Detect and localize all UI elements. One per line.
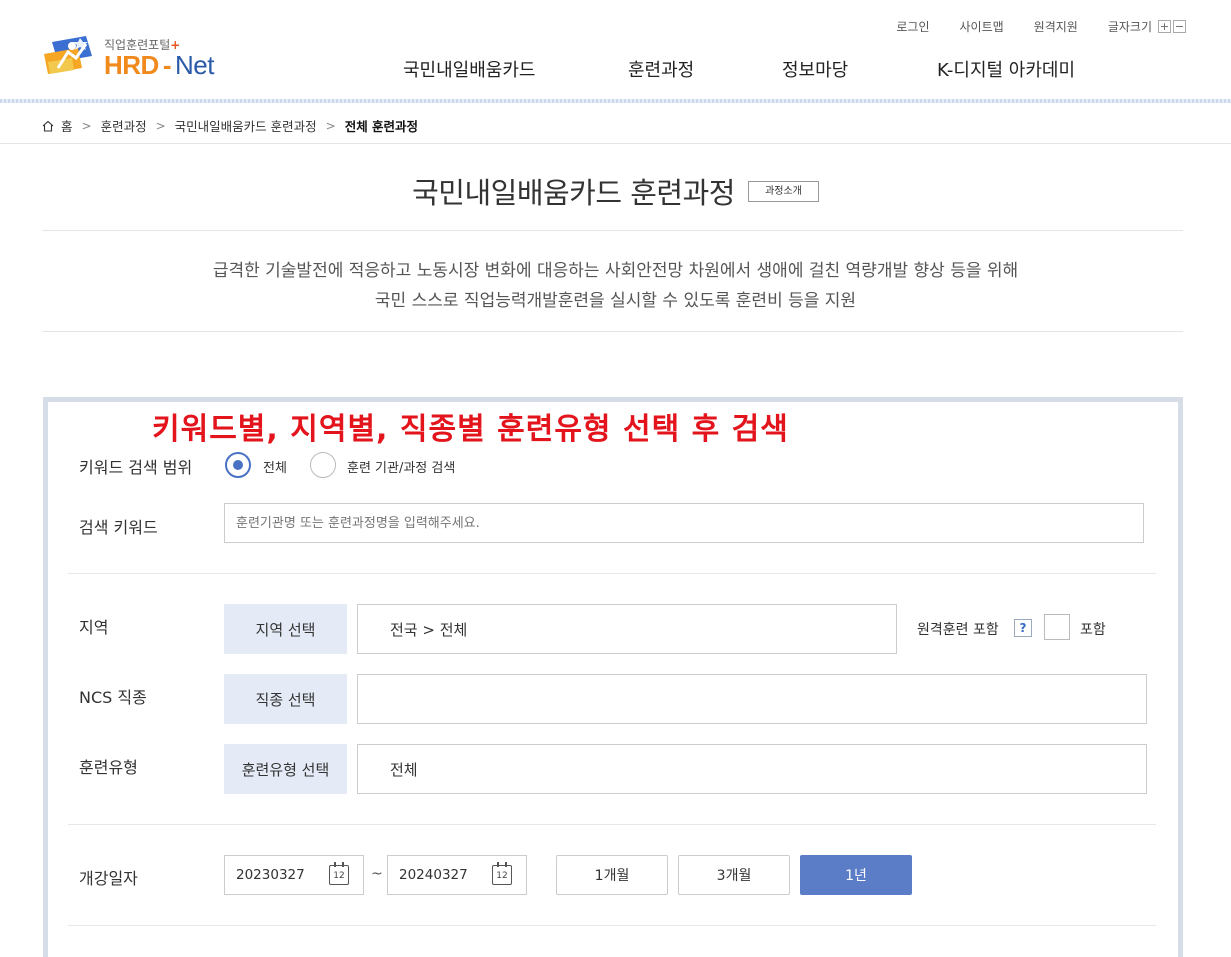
breadcrumb-item-card-courses[interactable]: 국민내일배움카드 훈련과정 xyxy=(175,116,317,135)
breadcrumb-home[interactable]: 홈 xyxy=(61,116,73,135)
course-intro-button[interactable]: 과정소개 xyxy=(748,180,819,202)
home-icon[interactable] xyxy=(42,120,54,132)
description-divider xyxy=(42,331,1183,332)
region-label: 지역 xyxy=(79,618,109,637)
breadcrumb-divider xyxy=(0,143,1231,144)
date-to-input[interactable]: 20240327 12 xyxy=(387,855,527,895)
period-3-month-button[interactable]: 3개월 xyxy=(678,855,790,895)
main-navigation: 국민내일배움카드 훈련과정 정보마당 K-디지털 아카데미 xyxy=(0,56,1231,82)
date-from-input[interactable]: 20230327 12 xyxy=(224,855,364,895)
remote-include-checkbox[interactable] xyxy=(1044,614,1070,640)
title-divider xyxy=(42,230,1183,231)
page-title: 국민내일배움카드 훈련과정 xyxy=(412,176,735,210)
nav-national-card[interactable]: 국민내일배움카드 xyxy=(403,56,535,82)
period-1-month-button[interactable]: 1개월 xyxy=(556,855,668,895)
breadcrumb-separator: > xyxy=(81,118,92,133)
utility-menu: 로그인 사이트맵 원격지원 글자크기 + − xyxy=(866,18,1186,35)
region-select-button[interactable]: 지역 선택 xyxy=(224,604,347,654)
font-decrease-button[interactable]: − xyxy=(1173,20,1186,33)
scope-label: 키워드 검색 범위 xyxy=(79,458,193,477)
login-link[interactable]: 로그인 xyxy=(896,18,929,35)
remote-training-label: 원격훈련 포함 xyxy=(917,622,999,638)
scope-option-all-label[interactable]: 전체 xyxy=(263,457,287,476)
calendar-icon[interactable]: 12 xyxy=(492,862,512,885)
breadcrumb: 홈 > 훈련과정 > 국민내일배움카드 훈련과정 > 전체 훈련과정 xyxy=(42,116,418,135)
ncs-select-button[interactable]: 직종 선택 xyxy=(224,674,347,724)
training-type-value-field[interactable]: 전체 xyxy=(357,744,1147,794)
breadcrumb-separator: > xyxy=(155,118,166,133)
scope-radio-all[interactable] xyxy=(225,452,251,478)
keyword-label: 검색 키워드 xyxy=(79,518,158,537)
keyword-search-input[interactable] xyxy=(224,503,1144,543)
description-line-2: 국민 스스로 직업능력개발훈련을 실시할 수 있도록 훈련비 등을 지원 xyxy=(374,291,857,311)
site-header: 로그인 사이트맵 원격지원 글자크기 + − 직업훈련포털+ HRD - Net 국… xyxy=(0,0,1231,103)
font-size-label: 글자크기 xyxy=(1107,20,1152,34)
sitemap-link[interactable]: 사이트맵 xyxy=(959,18,1003,35)
remote-support-link[interactable]: 원격지원 xyxy=(1034,18,1078,35)
font-increase-button[interactable]: + xyxy=(1158,20,1171,33)
region-value-field[interactable]: 전국 > 전체 xyxy=(357,604,897,654)
nav-info[interactable]: 정보마당 xyxy=(782,56,848,82)
section-divider xyxy=(68,824,1156,825)
page-description: 급격한 기술발전에 적응하고 노동시장 변화에 대응하는 사회안전망 차원에서 … xyxy=(0,256,1231,316)
training-type-select-button[interactable]: 훈련유형 선택 xyxy=(224,744,347,794)
scope-option-institution-label[interactable]: 훈련 기관/과정 검색 xyxy=(347,457,455,476)
section-divider xyxy=(68,925,1156,926)
breadcrumb-item-training[interactable]: 훈련과정 xyxy=(101,116,147,135)
date-from-value: 20230327 xyxy=(236,867,305,883)
description-line-1: 급격한 기술발전에 적응하고 노동시장 변화에 대응하는 사회안전망 차원에서 … xyxy=(212,261,1019,281)
breadcrumb-item-current: 전체 훈련과정 xyxy=(344,119,419,134)
scope-radio-institution[interactable] xyxy=(310,452,336,478)
training-type-label: 훈련유형 xyxy=(79,758,138,777)
nav-training-courses[interactable]: 훈련과정 xyxy=(628,56,694,82)
page-title-area: 국민내일배움카드 훈련과정 과정소개 xyxy=(0,170,1231,212)
date-to-value: 20240327 xyxy=(399,867,468,883)
help-icon[interactable]: ? xyxy=(1014,619,1032,637)
period-1-year-button[interactable]: 1년 xyxy=(800,855,912,895)
calendar-icon[interactable]: 12 xyxy=(329,862,349,885)
ncs-value-field[interactable] xyxy=(357,674,1147,724)
start-date-label: 개강일자 xyxy=(79,869,138,888)
header-divider xyxy=(0,99,1231,103)
nav-k-digital-academy[interactable]: K-디지털 아카데미 xyxy=(937,56,1075,82)
ncs-label: NCS 직종 xyxy=(79,688,147,707)
section-divider xyxy=(68,573,1156,574)
breadcrumb-separator: > xyxy=(325,118,336,133)
date-range-separator: ~ xyxy=(371,866,383,882)
remote-include-label[interactable]: 포함 xyxy=(1080,619,1106,639)
annotation-caption: 키워드별, 지역별, 직종별 훈련유형 선택 후 검색 xyxy=(152,412,789,447)
